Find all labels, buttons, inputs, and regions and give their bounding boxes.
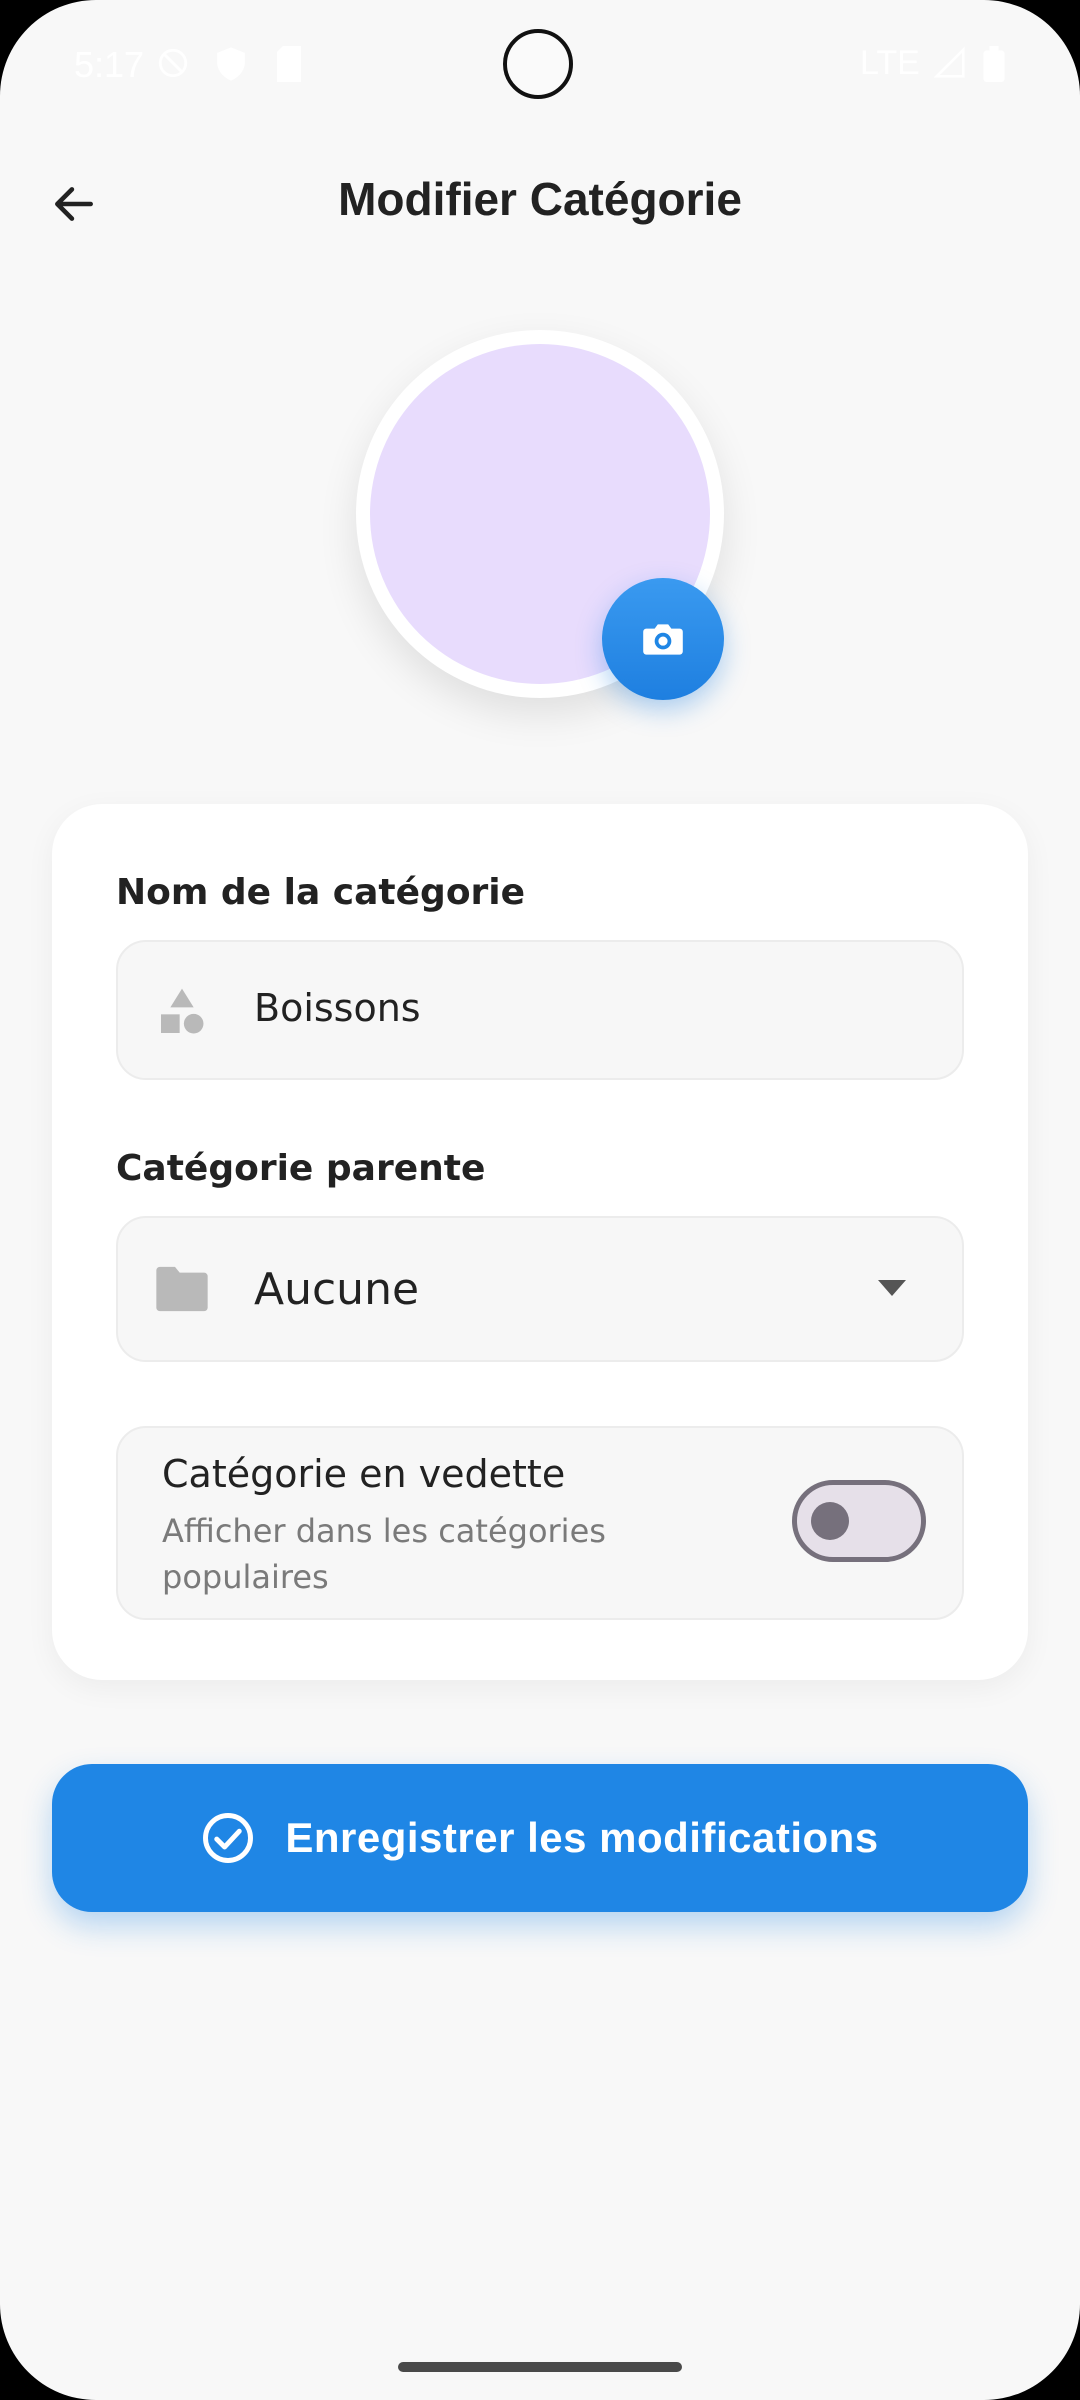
network-label: LTE bbox=[860, 44, 920, 82]
change-image-button[interactable] bbox=[602, 578, 724, 700]
parent-label: Catégorie parente bbox=[116, 1148, 486, 1189]
battery-icon bbox=[982, 46, 1006, 87]
category-form-card: Nom de la catégorie Boissons Catégorie p… bbox=[52, 804, 1028, 1680]
app-screen: 5:17 LTE Modifier Catégorie Nom de la ca… bbox=[0, 0, 1080, 2400]
do-not-disturb-icon bbox=[156, 46, 190, 85]
signal-icon bbox=[933, 46, 966, 85]
featured-subtitle: Afficher dans les catégories populaires bbox=[162, 1512, 606, 1596]
name-input[interactable]: Boissons bbox=[116, 940, 964, 1080]
camera-icon bbox=[638, 614, 688, 664]
parent-value: Aucune bbox=[254, 1264, 420, 1315]
page-title: Modifier Catégorie bbox=[338, 173, 742, 225]
chevron-down-icon bbox=[878, 1280, 906, 1301]
category-shapes-icon bbox=[154, 984, 210, 1045]
camera-cutout bbox=[503, 29, 573, 99]
toggle-knob bbox=[811, 1502, 849, 1540]
featured-title: Catégorie en vedette bbox=[162, 1452, 566, 1496]
parent-dropdown[interactable]: Aucune bbox=[116, 1216, 964, 1362]
featured-toggle[interactable] bbox=[792, 1480, 926, 1562]
name-value: Boissons bbox=[254, 986, 421, 1030]
shield-icon bbox=[214, 46, 248, 87]
save-button[interactable]: Enregistrer les modifications bbox=[52, 1764, 1028, 1912]
featured-row: Catégorie en vedette Afficher dans les c… bbox=[116, 1426, 964, 1620]
status-bar: 5:17 LTE bbox=[0, 0, 1080, 130]
save-button-label: Enregistrer les modifications bbox=[285, 1814, 879, 1861]
status-time: 5:17 bbox=[74, 44, 145, 85]
home-indicator[interactable] bbox=[398, 2362, 682, 2372]
folder-icon bbox=[154, 1264, 210, 1319]
name-label: Nom de la catégorie bbox=[116, 872, 526, 913]
check-circle-icon bbox=[201, 1811, 255, 1865]
sim-card-icon bbox=[274, 46, 304, 87]
